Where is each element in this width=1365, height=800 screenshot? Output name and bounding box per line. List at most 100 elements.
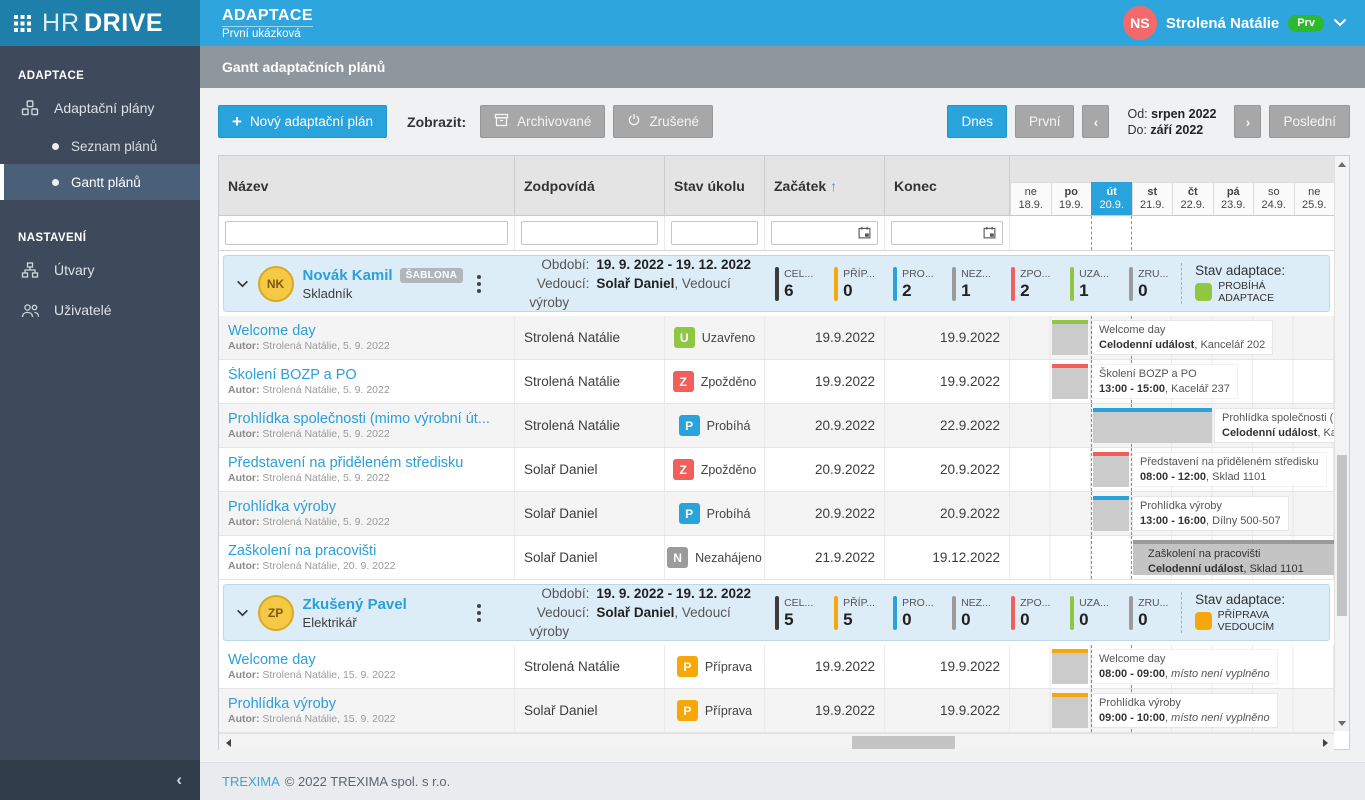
- new-plan-button[interactable]: + Nový adaptační plán: [218, 105, 388, 138]
- column-header-nazev[interactable]: Název: [219, 156, 515, 215]
- column-header-zacatek[interactable]: Začátek ↑: [765, 156, 885, 215]
- stat-celkem: CEL... 5: [775, 595, 827, 630]
- gantt-bar[interactable]: [1052, 693, 1088, 728]
- archive-icon: [494, 113, 509, 130]
- users-icon: [20, 303, 40, 318]
- group-stats: CEL... 5 PŘÍP... 5 PRO... 0 NEZ... 0 ZPO... 0…: [775, 595, 1181, 630]
- today-button[interactable]: Dnes: [947, 105, 1007, 138]
- gantt-bar[interactable]: [1052, 320, 1088, 355]
- task-row: Welcome day Autor: Strolená Natálie, 5. …: [219, 316, 1334, 360]
- gantt-bar[interactable]: [1052, 364, 1088, 399]
- status-chip: P: [678, 503, 700, 524]
- archived-toggle-button[interactable]: Archivované: [480, 105, 606, 138]
- day-column-header: po 19.9.: [1050, 182, 1091, 215]
- stat-probiha: PRO... 0: [893, 595, 945, 630]
- status-chip: P: [676, 656, 698, 677]
- filter-nazev-input[interactable]: [225, 221, 508, 245]
- group-role: Skladník: [302, 285, 353, 301]
- column-header-zodpovida[interactable]: Zodpovídá: [515, 156, 665, 215]
- scroll-up-arrow[interactable]: [1335, 156, 1349, 172]
- task-name-cell: Prohlídka společnosti (mimo výrobní út..…: [219, 404, 515, 447]
- show-label: Zobrazit:: [407, 113, 467, 130]
- scroll-right-arrow[interactable]: [1316, 734, 1334, 751]
- menu-dots-button[interactable]: [471, 271, 487, 297]
- gantt-grid: Název Zodpovídá Stav úkolu Začátek ↑ Kone…: [218, 155, 1350, 751]
- gantt-bar-label: Welcome day 08:00 - 09:00, místo není vy…: [1092, 650, 1277, 683]
- scroll-down-arrow[interactable]: [1335, 715, 1349, 731]
- task-name-link[interactable]: Welcome day: [228, 323, 505, 339]
- prev-button[interactable]: ‹: [1082, 105, 1110, 138]
- task-name-link[interactable]: Prohlídka společnosti (mimo výrobní út..…: [228, 411, 505, 427]
- cancelled-toggle-button[interactable]: Zrušené: [613, 105, 713, 138]
- task-status-cell: P Příprava: [665, 689, 765, 732]
- task-row: Welcome day Autor: Strolená Natálie, 15.…: [219, 645, 1334, 689]
- next-button[interactable]: ›: [1234, 105, 1262, 138]
- stat-priprava: PŘÍP... 5: [834, 595, 886, 630]
- breadcrumb: Gantt adaptačních plánů: [200, 46, 1365, 88]
- gantt-bar[interactable]: [1052, 649, 1088, 684]
- sidebar-item-seznam-planu[interactable]: Seznam plánů: [0, 128, 200, 164]
- page-subtitle: První ukázková: [222, 27, 301, 40]
- task-name-link[interactable]: Školení BOZP a PO: [228, 367, 505, 383]
- horizontal-scroll-thumb[interactable]: [852, 736, 955, 749]
- stat-zpozdeno: ZPO... 2: [1011, 266, 1063, 301]
- calendar-icon[interactable]: [983, 226, 996, 244]
- stat-zpozdeno: ZPO... 0: [1011, 595, 1063, 630]
- task-end-cell: 19.9.2022: [885, 360, 1010, 403]
- task-status-cell: U Uzavřeno: [665, 316, 765, 359]
- group-name-link[interactable]: Zkušený Pavel: [303, 596, 407, 613]
- gantt-bar-label: Welcome day Celodenní událost, Kancelář …: [1092, 321, 1273, 354]
- calendar-icon[interactable]: [858, 226, 871, 244]
- task-name-link[interactable]: Představení na přiděleném středisku: [228, 455, 505, 471]
- sidebar-item-uzivatele[interactable]: Uživatelé: [0, 290, 200, 330]
- column-header-stav-ukolu[interactable]: Stav úkolu: [665, 156, 765, 215]
- task-name-link[interactable]: Prohlídka výroby: [228, 499, 505, 515]
- last-button[interactable]: Poslední: [1269, 105, 1350, 138]
- gantt-bar[interactable]: [1093, 496, 1129, 531]
- calendar-header: ne 18.9. po 19.9. út 20.9. st 21.9. čt 22.9. …: [1010, 156, 1334, 215]
- task-start-cell: 19.9.2022: [765, 689, 885, 732]
- collapse-chevron-icon[interactable]: [232, 280, 254, 288]
- gantt-bar[interactable]: [1093, 408, 1212, 443]
- task-end-cell: 20.9.2022: [885, 492, 1010, 535]
- day-column-header: ne 18.9.: [1010, 182, 1051, 215]
- sidebar-item-utvary[interactable]: Útvary: [0, 250, 200, 290]
- gantt-bar[interactable]: [1093, 452, 1129, 487]
- sidebar-item-adaptacni-plany[interactable]: Adaptační plány: [0, 88, 200, 128]
- filter-zodpovida-input[interactable]: [521, 221, 658, 245]
- adaptation-status-color: [1195, 612, 1212, 630]
- status-chip: U: [673, 327, 695, 348]
- page-title-block: ADAPTACE První ukázková: [222, 7, 313, 40]
- topbar: ADAPTACE První ukázková NS Strolená Natá…: [200, 0, 1365, 46]
- group-name-link[interactable]: Novák Kamil: [303, 267, 393, 284]
- task-name-cell: Welcome day Autor: Strolená Natálie, 5. …: [219, 316, 515, 359]
- gantt-cell: Welcome day Celodenní událost, Kancelář …: [1010, 316, 1334, 359]
- stat-uzavreno: UZA... 0: [1070, 595, 1122, 630]
- collapse-chevron-icon[interactable]: [232, 609, 254, 617]
- task-responsible-cell: Solař Daniel: [515, 448, 665, 491]
- stat-priprava: PŘÍP... 0: [834, 266, 886, 301]
- menu-dots-button[interactable]: [471, 600, 487, 626]
- trexima-link[interactable]: TREXIMA: [222, 774, 280, 789]
- task-row: Školení BOZP a PO Autor: Strolená Natáli…: [219, 360, 1334, 404]
- vertical-scroll-thumb[interactable]: [1337, 455, 1347, 616]
- gantt-cell: Welcome day 08:00 - 09:00, místo není vy…: [1010, 645, 1334, 688]
- first-button[interactable]: První: [1014, 105, 1075, 138]
- horizontal-scrollbar[interactable]: [219, 733, 1334, 751]
- task-name-link[interactable]: Zaškolení na pracovišti: [228, 543, 505, 559]
- logo-text: HR DRIVE: [42, 8, 164, 37]
- task-responsible-cell: Strolená Natálie: [515, 360, 665, 403]
- sidebar-item-gantt-planu[interactable]: Gantt plánů: [0, 164, 200, 200]
- sidebar-collapse-button[interactable]: ‹: [0, 760, 200, 800]
- task-name-link[interactable]: Welcome day: [228, 652, 505, 668]
- group-stats: CEL... 6 PŘÍP... 0 PRO... 2 NEZ... 1 ZPO... 2…: [775, 266, 1181, 301]
- filter-stav-input[interactable]: [671, 221, 758, 245]
- task-row: Prohlídka společnosti (mimo výrobní út..…: [219, 404, 1334, 448]
- status-chip: Z: [672, 459, 694, 480]
- scroll-left-arrow[interactable]: [219, 734, 237, 751]
- user-menu[interactable]: NS Strolená Natálie Prv: [1122, 6, 1347, 40]
- vertical-scrollbar[interactable]: [1334, 156, 1349, 731]
- app-logo[interactable]: HR DRIVE: [0, 0, 200, 46]
- task-name-link[interactable]: Prohlídka výroby: [228, 696, 505, 712]
- column-header-konec[interactable]: Konec: [885, 156, 1010, 215]
